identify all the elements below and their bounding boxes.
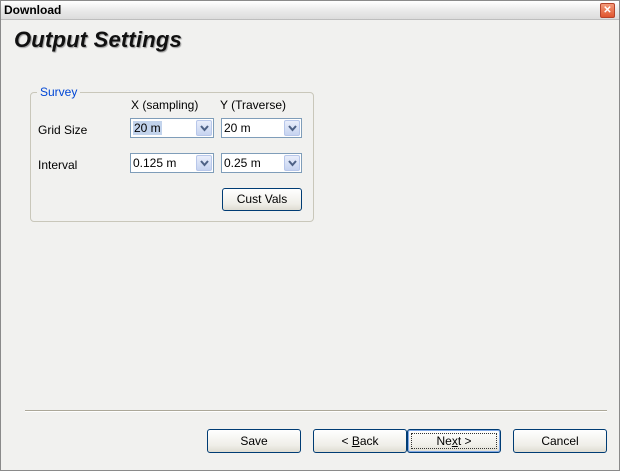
download-dialog: Download ✕ Output Settings Survey X (sam… xyxy=(0,0,620,471)
chevron-down-icon[interactable] xyxy=(284,155,300,171)
survey-legend: Survey xyxy=(37,85,81,99)
chevron-down-icon[interactable] xyxy=(196,120,212,136)
footer-separator xyxy=(25,410,607,412)
interval-x-select[interactable]: 0.125 m xyxy=(130,153,214,173)
grid-size-y-select[interactable]: 20 m xyxy=(221,118,302,138)
interval-label: Interval xyxy=(38,158,78,172)
grid-size-x-value: 20 m xyxy=(133,121,162,135)
back-button-rest: ack xyxy=(359,434,379,448)
interval-y-select[interactable]: 0.25 m xyxy=(221,153,302,173)
back-button-prefix: < xyxy=(341,434,352,448)
grid-size-x-select[interactable]: 20 m xyxy=(130,118,214,138)
grid-size-label: Grid Size xyxy=(38,123,88,137)
interval-y-value: 0.25 m xyxy=(224,156,261,170)
page-title: Output Settings xyxy=(14,27,182,52)
column-x-label: X (sampling) xyxy=(131,98,199,112)
back-button-mnemonic: B xyxy=(351,434,360,448)
next-button[interactable]: Next > xyxy=(407,429,501,453)
title-bar: Download ✕ xyxy=(1,1,619,20)
chevron-down-icon[interactable] xyxy=(196,155,212,171)
save-button[interactable]: Save xyxy=(207,429,301,453)
close-icon[interactable]: ✕ xyxy=(600,3,615,18)
interval-x-value: 0.125 m xyxy=(133,156,177,170)
column-y-label: Y (Traverse) xyxy=(220,98,287,112)
grid-size-y-value: 20 m xyxy=(224,121,251,135)
back-button[interactable]: < Back xyxy=(313,429,407,453)
wizard-panel xyxy=(1,20,619,470)
focus-rectangle xyxy=(411,433,497,449)
cust-vals-button[interactable]: Cust Vals xyxy=(222,188,302,211)
window-title: Download xyxy=(4,3,62,17)
cancel-button[interactable]: Cancel xyxy=(513,429,607,453)
chevron-down-icon[interactable] xyxy=(284,120,300,136)
